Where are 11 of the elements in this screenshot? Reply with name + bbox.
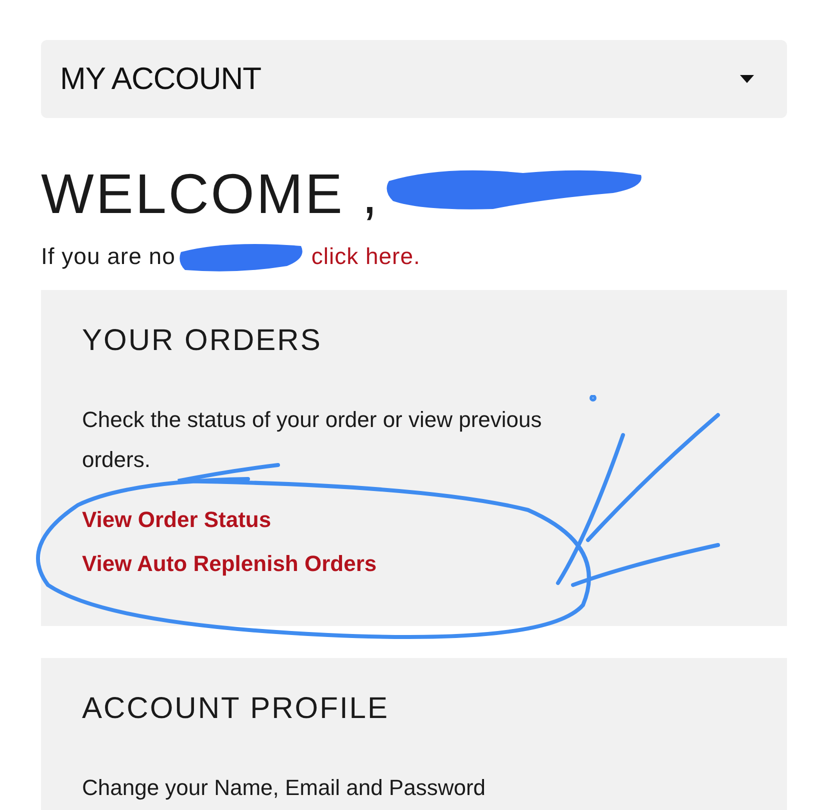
section-link[interactable]: View Auto Replenish Orders bbox=[82, 542, 377, 586]
section-title: ACCOUNT PROFILE bbox=[82, 692, 389, 726]
click-here-link[interactable]: click here. bbox=[311, 242, 420, 270]
section-link[interactable]: View Order Status bbox=[82, 498, 272, 542]
notice-text: If you are no bbox=[41, 242, 176, 270]
section-description: Check the status of your order or view previous orders. bbox=[82, 406, 543, 474]
account-dropdown[interactable]: MY ACCOUNT bbox=[41, 40, 787, 118]
welcome-heading: WELCOME , bbox=[41, 160, 380, 226]
section-description: Change your Name, Email and Password bbox=[82, 774, 486, 802]
section-title: YOUR ORDERS bbox=[82, 324, 322, 358]
caret-icon bbox=[740, 75, 754, 83]
